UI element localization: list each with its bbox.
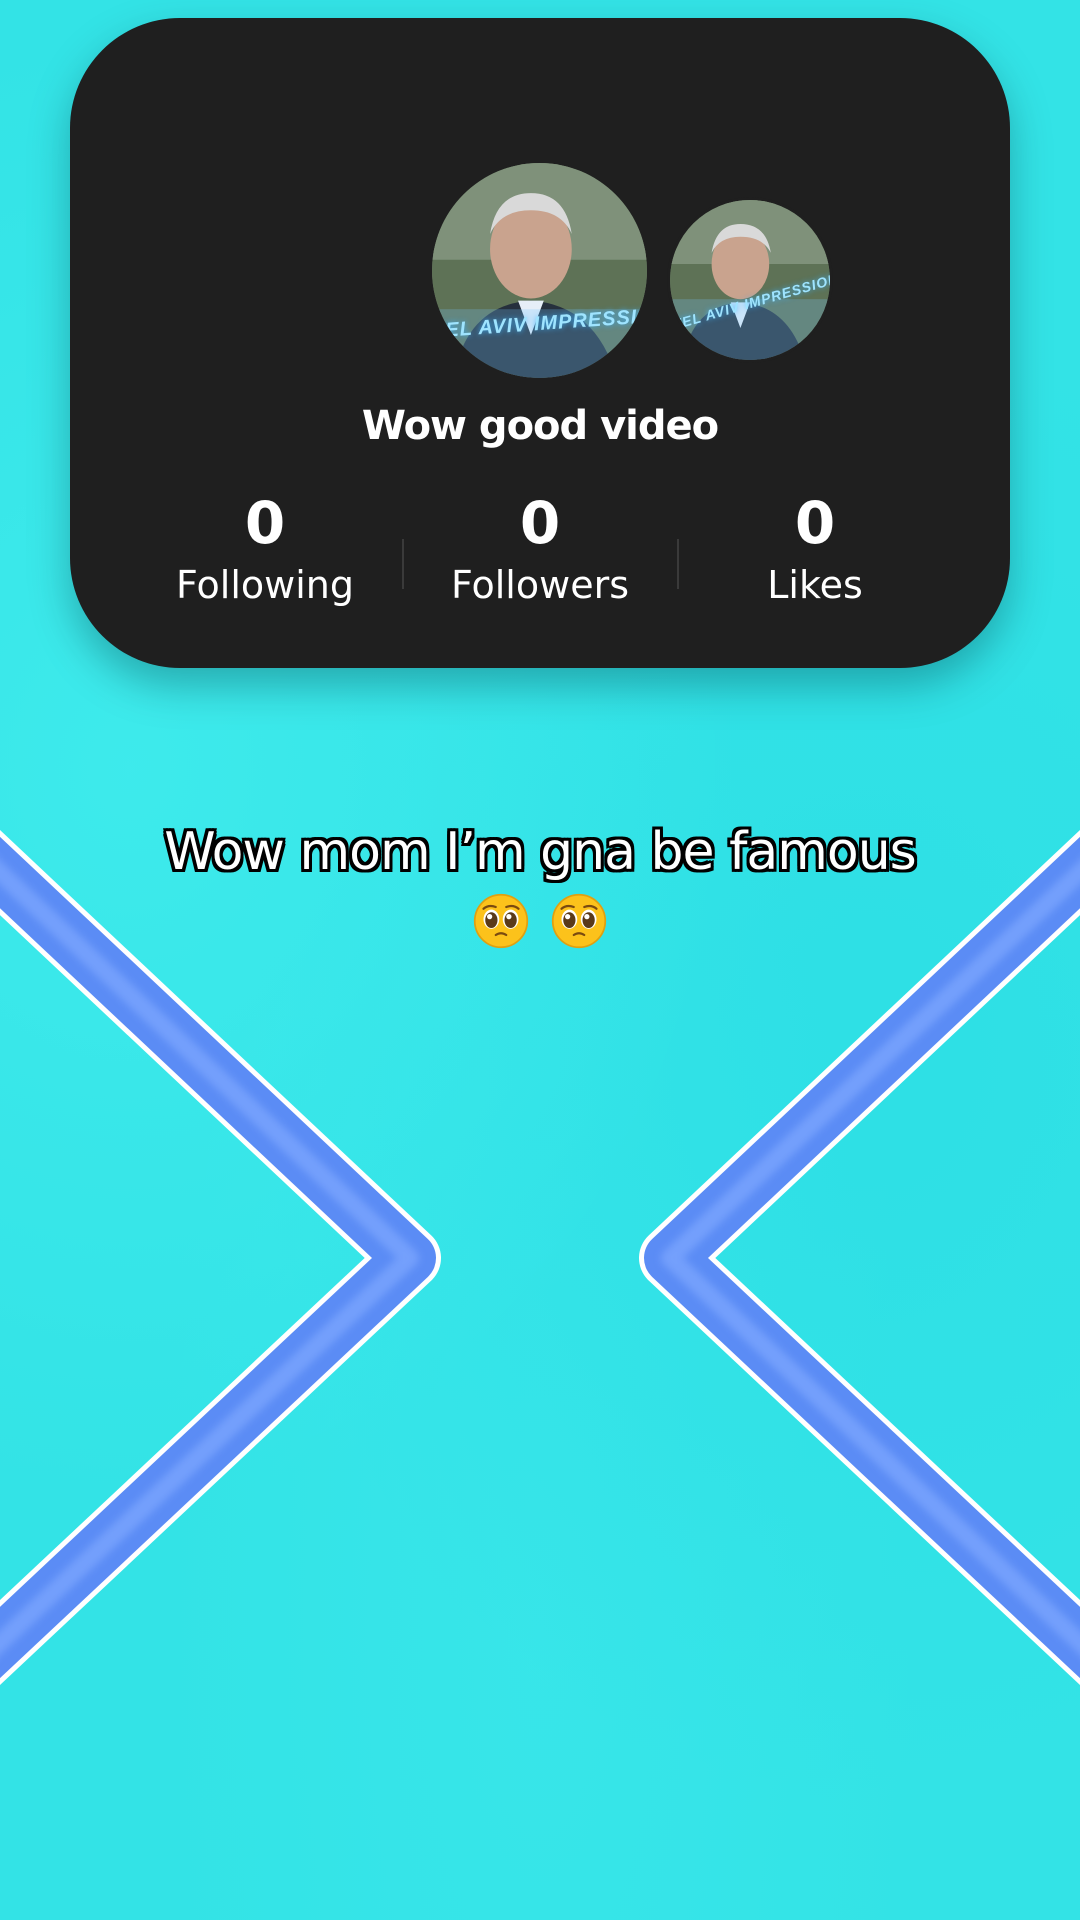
stat-value: 0 bbox=[794, 489, 836, 557]
profile-stats: 0 Following 0 Followers 0 Likes bbox=[130, 488, 950, 610]
stat-divider bbox=[676, 539, 679, 589]
stat-label: Likes bbox=[767, 563, 863, 607]
caption-text: Wow mom I’m gna be famous bbox=[164, 822, 917, 882]
stat-value: 0 bbox=[244, 489, 286, 557]
stat-value: 0 bbox=[519, 489, 561, 557]
secondary-avatar[interactable]: TEL AVIV IMPRESSIONS bbox=[670, 200, 830, 360]
stat-label: Followers bbox=[451, 563, 629, 607]
caption-emoji-row bbox=[40, 886, 1040, 950]
left-chevron-icon bbox=[0, 830, 441, 1685]
video-caption: Wow mom I’m gna be famous bbox=[40, 820, 1040, 950]
stat-divider bbox=[401, 539, 404, 589]
stat-likes[interactable]: 0 Likes bbox=[680, 488, 950, 610]
stat-followers[interactable]: 0 Followers bbox=[405, 488, 675, 610]
profile-card: TEL AVIV IMPRESSIONS TEL AVIV IMPRESSION… bbox=[70, 18, 1010, 668]
profile-avatar[interactable]: TEL AVIV IMPRESSIONS bbox=[432, 163, 647, 378]
profile-name: Wow good video bbox=[361, 403, 719, 449]
pleading-face-emoji bbox=[551, 893, 607, 949]
pleading-face-emoji bbox=[473, 893, 529, 949]
stat-following[interactable]: 0 Following bbox=[130, 488, 400, 610]
stat-label: Following bbox=[176, 563, 354, 607]
right-chevron-icon bbox=[639, 830, 1080, 1685]
avatar-image bbox=[432, 163, 647, 378]
